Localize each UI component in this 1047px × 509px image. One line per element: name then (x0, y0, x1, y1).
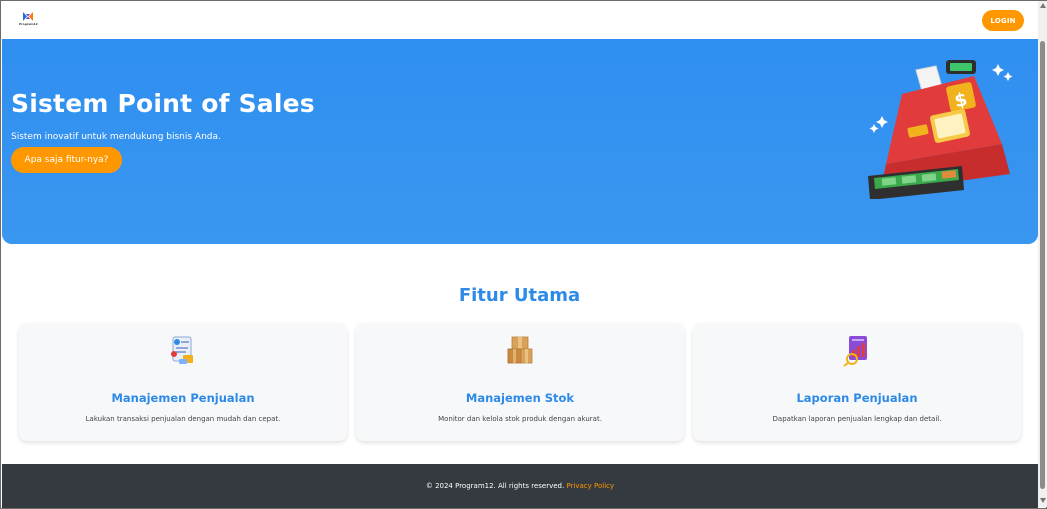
brand-logo[interactable]: Program12 (19, 12, 38, 28)
navbar: Program12 LOGIN (2, 2, 1038, 39)
login-button[interactable]: LOGIN (982, 10, 1024, 31)
features-section-title: Fitur Utama (458, 285, 581, 306)
scroll-thumb[interactable] (1040, 41, 1045, 489)
sales-document-icon (171, 336, 193, 364)
browser-window: Program12 LOGIN Sistem Point of Sales Si… (0, 0, 1047, 509)
feature-description: Lakukan transaksi penjualan dengan mudah… (85, 415, 281, 423)
scroll-up-arrow-icon[interactable] (1040, 3, 1046, 8)
feature-description: Dapatkan laporan penjualan lengkap dan d… (772, 415, 942, 423)
feature-card-stock: Manajemen Stok Monitor dan kelola stok p… (356, 323, 684, 441)
feature-title: Manajemen Penjualan (111, 391, 255, 405)
logo-mark-icon (23, 12, 33, 21)
features-cta-button[interactable]: Apa saja fitur-nya? (11, 147, 122, 173)
vertical-scrollbar[interactable] (1038, 1, 1047, 507)
feature-title: Manajemen Stok (465, 391, 575, 405)
privacy-policy-link[interactable]: Privacy Policy (566, 482, 614, 490)
hero-section: Sistem Point of Sales Sistem inovatif un… (2, 39, 1038, 244)
boxes-icon (507, 336, 533, 364)
cash-register-icon: $ (868, 60, 1013, 199)
footer: © 2024 Program12. All rights reserved. P… (2, 464, 1038, 508)
hero-subtitle: Sistem inovatif untuk mendukung bisnis A… (11, 132, 221, 142)
feature-description: Monitor dan kelola stok produk dengan ak… (438, 415, 602, 423)
feature-card-sales: Manajemen Penjualan Lakukan transaksi pe… (19, 323, 347, 441)
copyright-text: © 2024 Program12. All rights reserved. (425, 482, 565, 490)
logo-text: Program12 (19, 22, 38, 26)
footer-text: © 2024 Program12. All rights reserved. P… (2, 482, 1038, 490)
scroll-down-arrow-icon[interactable] (1040, 498, 1046, 503)
report-chart-icon (843, 336, 867, 367)
feature-card-report: Laporan Penjualan Dapatkan laporan penju… (693, 323, 1021, 441)
feature-title: Laporan Penjualan (796, 391, 918, 405)
hero-title: Sistem Point of Sales (11, 89, 315, 118)
